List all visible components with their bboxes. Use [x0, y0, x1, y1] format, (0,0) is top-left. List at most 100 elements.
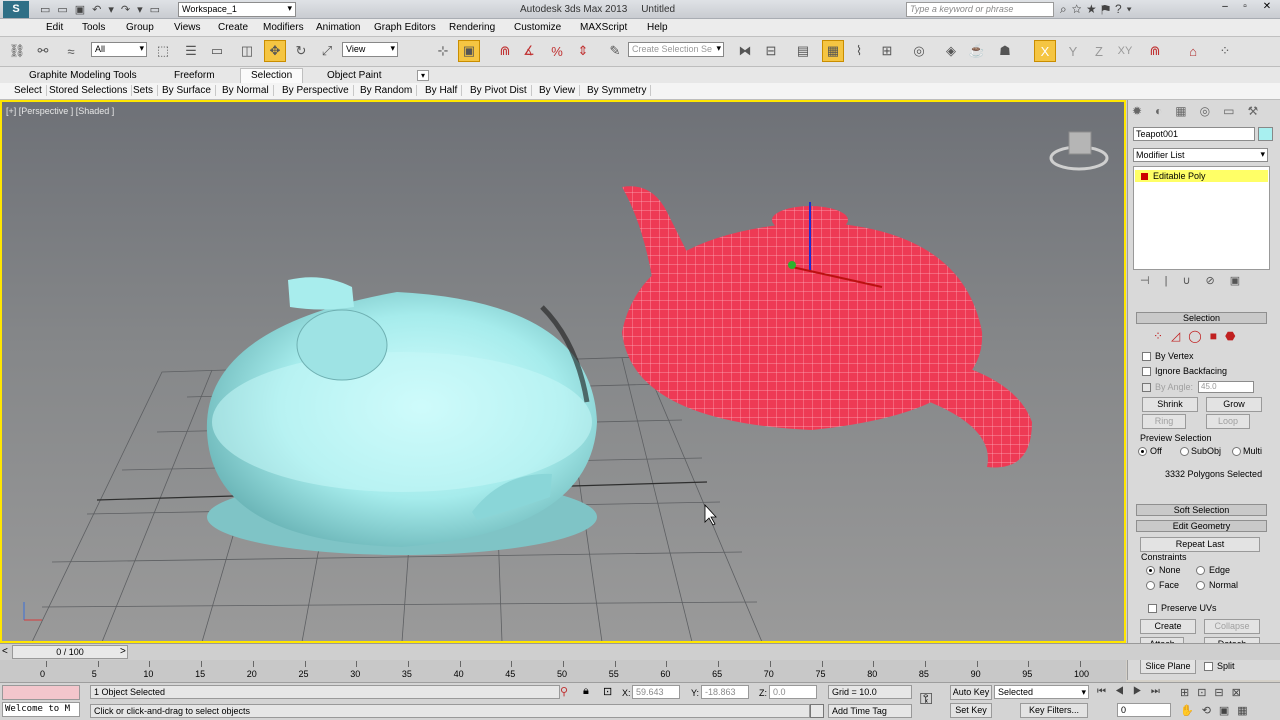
red-wireframe-teapot[interactable] — [622, 186, 1032, 468]
curve-editor-icon[interactable]: ⌇ — [848, 40, 870, 62]
edit-named-sel-icon[interactable]: ✎ — [604, 40, 626, 62]
set-key-button[interactable]: Set Key — [950, 703, 992, 718]
tab-freeform[interactable]: Freeform — [174, 70, 215, 81]
tab-object-paint[interactable]: Object Paint — [327, 70, 381, 81]
selection-filter-dropdown[interactable]: All ▾ — [91, 42, 147, 57]
sub-select[interactable]: Select — [10, 85, 47, 96]
current-frame-field[interactable]: 0 — [1117, 703, 1171, 717]
split-checkbox[interactable] — [1204, 662, 1213, 671]
loop-button[interactable]: Loop — [1206, 414, 1250, 429]
command-panel-tabs[interactable]: ✹◐▦◎▭⚒ — [1132, 104, 1277, 122]
constraint-icon[interactable]: ⋒ — [1144, 40, 1166, 62]
snap-icon[interactable]: ⋒ — [494, 40, 516, 62]
window-crossing-icon[interactable]: ◫ — [236, 40, 258, 62]
move-icon[interactable]: ✥ — [264, 40, 286, 62]
constraint-none-radio[interactable] — [1146, 566, 1155, 575]
track-bar[interactable]: 0 5 10 15 20 25 30 35 40 45 50 55 60 65 70 75 80 85 90 95 10… — [0, 660, 1126, 682]
search-box[interactable]: Type a keyword or phrase — [906, 2, 1054, 17]
ring-button[interactable]: Ring — [1142, 414, 1186, 429]
tab-selection[interactable]: Selection — [240, 68, 304, 83]
maxscript-listener[interactable] — [2, 685, 80, 700]
toolbox-icon[interactable]: ⌂ — [1182, 40, 1204, 62]
maximize-button[interactable]: ▫ — [1236, 1, 1254, 17]
material-editor-icon[interactable]: ◎ — [908, 40, 930, 62]
create-button[interactable]: Create — [1140, 619, 1196, 634]
key-icon[interactable]: ⚿ — [920, 691, 932, 709]
object-name-field[interactable]: Teapot001 — [1133, 127, 1255, 141]
by-vertex-checkbox[interactable] — [1142, 352, 1151, 361]
mirror-icon[interactable]: ⧓ — [734, 40, 756, 62]
viewcube-icon[interactable] — [1049, 131, 1109, 171]
subobject-level-icons[interactable]: ⁘◿◯■⬣ — [1153, 329, 1243, 343]
shrink-button[interactable]: Shrink — [1142, 397, 1198, 412]
stack-item-editable-poly[interactable]: Editable Poly — [1135, 170, 1268, 182]
sub-by-pivot-dist[interactable]: By Pivot Dist — [466, 85, 532, 96]
menu-views[interactable]: Views — [174, 22, 201, 33]
minimize-button[interactable]: – — [1216, 1, 1234, 17]
spinner-snap-icon[interactable]: ⇕ — [572, 40, 594, 62]
sub-by-surface[interactable]: By Surface — [158, 85, 216, 96]
render-frame-icon[interactable]: ☕ — [966, 40, 988, 62]
x-coord-field[interactable]: 59.643 — [632, 685, 680, 699]
tab-graphite-modeling-tools[interactable]: Graphite Modeling Tools — [29, 70, 137, 81]
percent-snap-icon[interactable]: % — [546, 40, 568, 62]
lock-selection-icon[interactable]: 🔒︎ — [583, 685, 589, 698]
rotate-icon[interactable]: ↻ — [290, 40, 312, 62]
time-slider[interactable]: < 0 / 100 > — [0, 643, 1280, 660]
angle-snap-icon[interactable]: ∡ — [518, 40, 540, 62]
preserve-uvs-checkbox[interactable] — [1148, 604, 1157, 613]
add-time-tag-button[interactable]: Add Time Tag — [828, 704, 912, 718]
rect-selection-icon[interactable]: ▭ — [206, 40, 228, 62]
viewport-nav-icons-2[interactable]: ✋⟲▣▦ — [1180, 704, 1256, 717]
perspective-viewport[interactable]: [+] [Perspective ] [Shaded ] — [0, 100, 1126, 643]
edit-geometry-rollout-header[interactable]: Edit Geometry — [1136, 520, 1267, 532]
app-logo[interactable]: S — [3, 1, 29, 18]
menu-maxscript[interactable]: MAXScript — [580, 22, 627, 33]
grow-button[interactable]: Grow — [1206, 397, 1262, 412]
quick-access-icons[interactable]: ▭▭▣↶▾↷▾▭ — [40, 3, 167, 16]
ribbon-options-icon[interactable]: ▾ — [417, 70, 430, 81]
time-next-button[interactable]: > — [120, 646, 126, 657]
select-object-icon[interactable]: ⬚ — [152, 40, 174, 62]
sub-by-perspective[interactable]: By Perspective — [278, 85, 354, 96]
constraint-edge-radio[interactable] — [1196, 566, 1205, 575]
by-angle-checkbox[interactable] — [1142, 383, 1151, 392]
preview-off-radio[interactable] — [1138, 447, 1147, 456]
key-mode-dropdown[interactable]: Selected ▾ — [994, 685, 1089, 699]
z-coord-field[interactable]: 0.0 — [769, 685, 817, 699]
welcome-field[interactable]: Welcome to M — [2, 702, 80, 717]
sub-sets[interactable]: Sets — [129, 85, 159, 96]
close-button[interactable]: ✕ — [1256, 1, 1278, 17]
time-tag-icon[interactable] — [810, 704, 824, 718]
angle-spinner[interactable]: 45.0 — [1198, 381, 1254, 393]
sub-by-half[interactable]: By Half — [421, 85, 463, 96]
isolate-icon[interactable]: ⚲ — [560, 685, 568, 698]
preview-subobj-radio[interactable] — [1180, 447, 1189, 456]
sub-by-random[interactable]: By Random — [356, 85, 418, 96]
sub-stored-selections[interactable]: Stored Selections — [45, 85, 133, 96]
menu-modifiers[interactable]: Modifiers — [263, 22, 304, 33]
stack-tools-icons[interactable]: ⊣|∪⊘▣ — [1140, 274, 1275, 287]
align-icon[interactable]: ⊟ — [760, 40, 782, 62]
collapse-button[interactable]: Collapse — [1204, 619, 1260, 634]
repeat-last-button[interactable]: Repeat Last — [1140, 537, 1260, 552]
expand-icon[interactable] — [1141, 173, 1148, 180]
link-icon[interactable]: ⛓ — [6, 40, 28, 62]
time-prev-button[interactable]: < — [2, 646, 8, 657]
cyan-teapot[interactable] — [206, 277, 597, 555]
menu-graph-editors[interactable]: Graph Editors — [374, 22, 436, 33]
constraint-normal-radio[interactable] — [1196, 581, 1205, 590]
menu-edit[interactable]: Edit — [46, 22, 63, 33]
menu-rendering[interactable]: Rendering — [449, 22, 495, 33]
graphite-toggle-icon[interactable]: ▦ — [822, 40, 844, 62]
grid-options-icon[interactable]: ⁘ — [1214, 40, 1236, 62]
render-setup-icon[interactable]: ◈ — [940, 40, 962, 62]
absolute-mode-icon[interactable]: ⊡ — [603, 685, 612, 698]
constraint-face-radio[interactable] — [1146, 581, 1155, 590]
sub-by-normal[interactable]: By Normal — [218, 85, 274, 96]
menu-animation[interactable]: Animation — [316, 22, 360, 33]
sub-by-symmetry[interactable]: By Symmetry — [583, 85, 652, 96]
layer-manager-icon[interactable]: ▤ — [792, 40, 814, 62]
workspace-dropdown[interactable]: Workspace_1 ▾ — [178, 2, 296, 17]
slice-plane-button[interactable]: Slice Plane — [1140, 659, 1196, 674]
